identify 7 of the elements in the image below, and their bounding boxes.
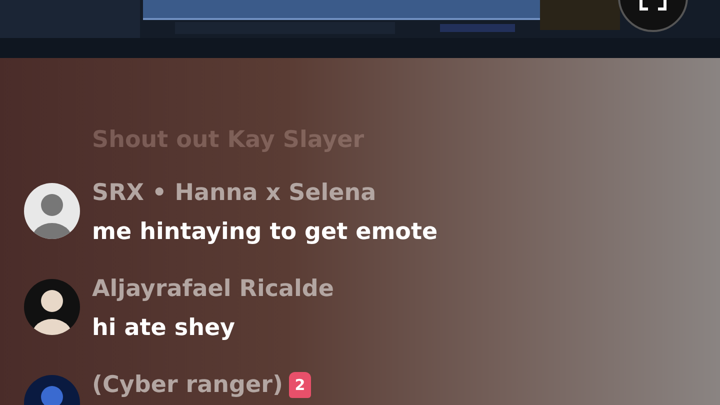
comment-text: me hintaying to get emote [92,218,438,247]
username: Aljayrafael Ricalde [92,275,334,304]
bracket-icon [638,0,668,12]
level-badge: 2 [288,372,311,398]
comment-text: hi ate shey [92,314,236,343]
username: SRX • Hanna x Selena [92,179,376,208]
username: (Cyber ranger) [92,371,283,400]
